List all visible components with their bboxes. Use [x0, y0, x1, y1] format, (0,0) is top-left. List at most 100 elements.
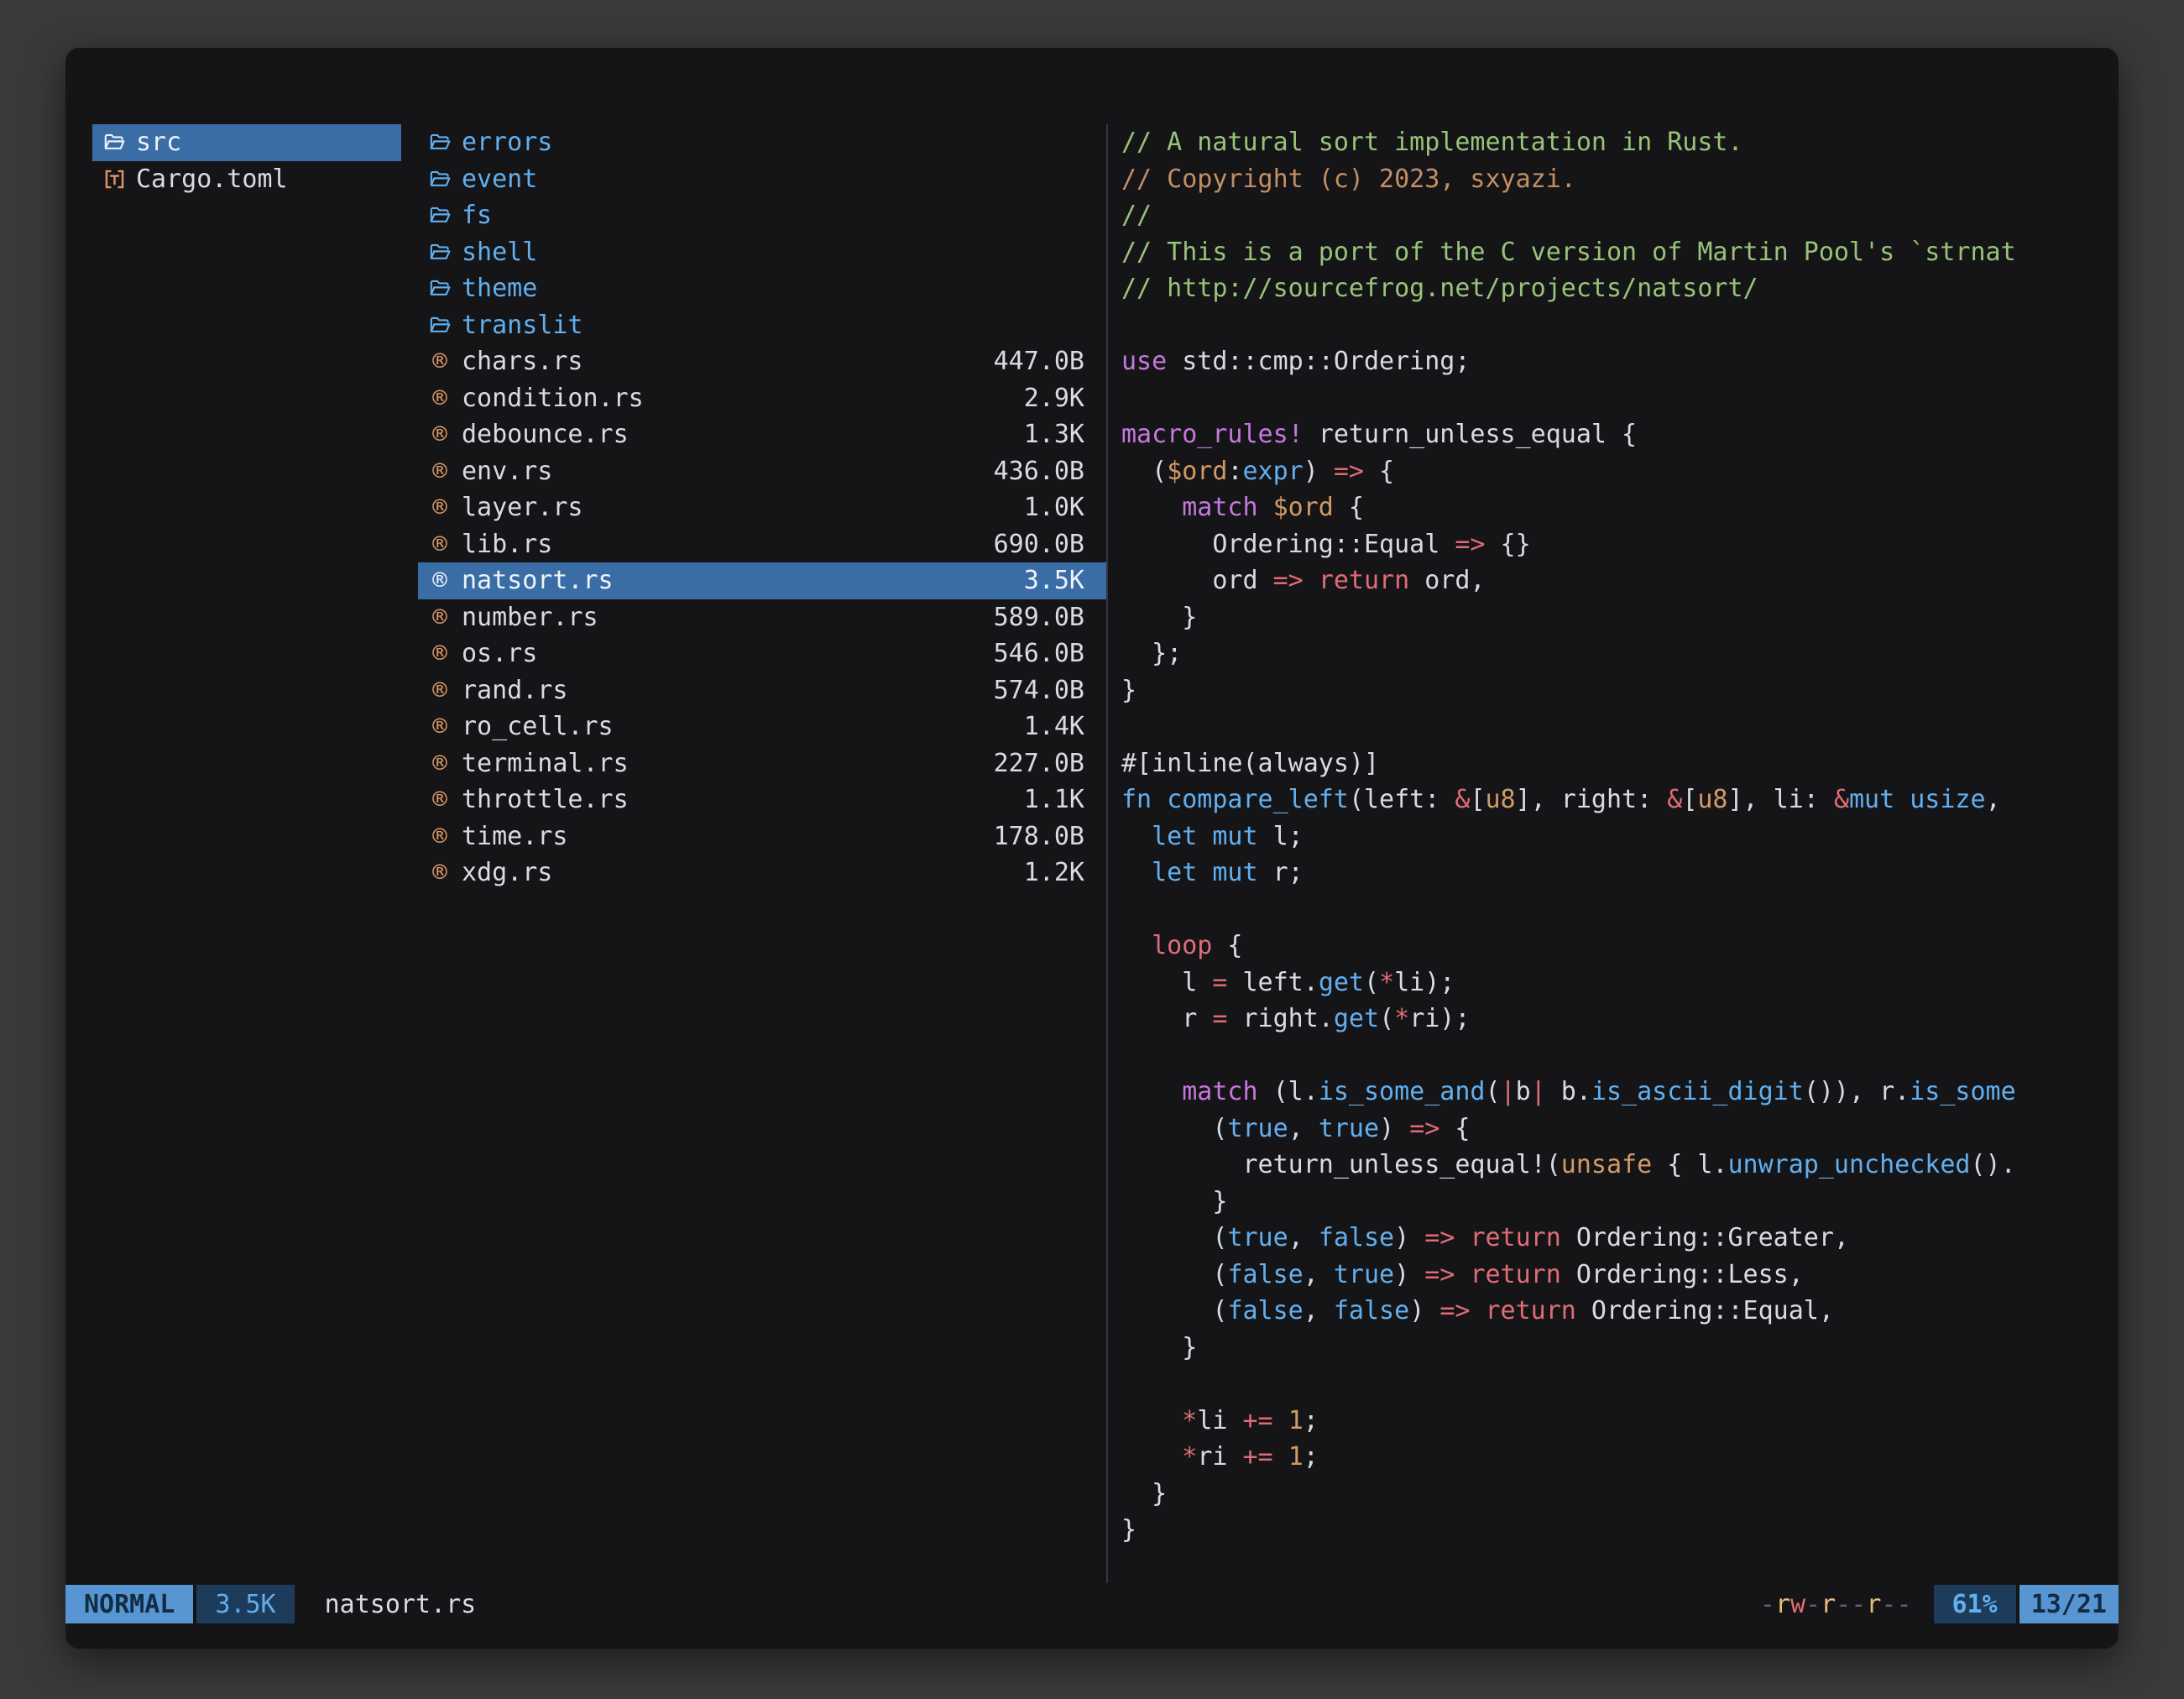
- file-row[interactable]: ® layer.rs1.0K: [418, 489, 1106, 526]
- code-line: // Copyright (c) 2023, sxyazi.: [1121, 161, 2102, 198]
- file-row[interactable]: ®natsort.rs3.5K: [418, 562, 1106, 599]
- entry-name: natsort.rs: [462, 566, 1024, 595]
- entry-size: 690.0B: [994, 530, 1084, 559]
- code-line: loop {: [1121, 928, 2102, 965]
- rust-file-icon: ®: [425, 787, 455, 812]
- rust-file-icon: ®: [425, 495, 455, 520]
- rust-file-icon: ®: [425, 751, 455, 776]
- entry-name: errors: [462, 128, 1084, 157]
- rust-file-icon: ®: [425, 459, 455, 484]
- entry-size: 227.0B: [994, 749, 1084, 778]
- entry-name: xdg.rs: [462, 858, 1024, 887]
- file-row[interactable]: ®condition.rs2.9K: [418, 380, 1106, 417]
- entry-name: shell: [462, 238, 1084, 267]
- code-line: }: [1121, 1330, 2102, 1367]
- code-line: [1121, 1366, 2102, 1403]
- code-line: }: [1121, 1476, 2102, 1513]
- entry-name: rand.rs: [462, 676, 994, 705]
- entry-size: 546.0B: [994, 639, 1084, 668]
- file-row[interactable]: ®debounce.rs1.3K: [418, 416, 1106, 453]
- entry-name: condition.rs: [462, 384, 1024, 413]
- code-line: };: [1121, 635, 2102, 672]
- dir-row[interactable]: event: [418, 161, 1106, 198]
- code-line: (true, true) => {: [1121, 1111, 2102, 1147]
- yazi-file-manager-window: src Cargo.toml errors event fs shell theme tra…: [65, 48, 2119, 1649]
- code-line: Ordering::Equal => {}: [1121, 526, 2102, 563]
- entry-name: fs: [462, 201, 1084, 230]
- entry-name: chars.rs: [462, 347, 994, 376]
- rust-file-icon: ®: [425, 860, 455, 885]
- code-line: }: [1121, 672, 2102, 709]
- code-line: }: [1121, 599, 2102, 636]
- panes-container: src Cargo.toml errors event fs shell theme tra…: [92, 124, 2102, 1583]
- dir-row[interactable]: errors: [418, 124, 1106, 161]
- code-line: // http://sourcefrog.net/projects/natsor…: [1121, 270, 2102, 307]
- rust-file-icon: ®: [425, 568, 455, 593]
- file-row[interactable]: ®throttle.rs1.1K: [418, 782, 1106, 818]
- permissions: -rw-r--r--: [1760, 1585, 1912, 1623]
- entry-name: throttle.rs: [462, 785, 1024, 814]
- entry-size: 574.0B: [994, 676, 1084, 705]
- code-line: (true, false) => return Ordering::Greate…: [1121, 1220, 2102, 1257]
- entry-size: 1.4K: [1024, 712, 1084, 741]
- file-row[interactable]: ®env.rs436.0B: [418, 453, 1106, 490]
- entry-name: layer.rs: [462, 493, 1024, 522]
- code-line: return_unless_equal!(unsafe { l.unwrap_u…: [1121, 1147, 2102, 1184]
- rust-file-icon: ®: [425, 714, 455, 739]
- dir-row[interactable]: fs: [418, 197, 1106, 234]
- entry-name: Cargo.toml: [136, 165, 394, 194]
- file-row[interactable]: ®number.rs589.0B: [418, 599, 1106, 636]
- file-row[interactable]: ® terminal.rs227.0B: [418, 745, 1106, 782]
- entry-name: number.rs: [462, 603, 994, 632]
- folder-open-icon: [99, 131, 129, 154]
- entry-name: src: [136, 128, 394, 157]
- current-pane: errors event fs shell theme translit ® chars.rs…: [418, 124, 1106, 1583]
- code-line: #[inline(always)]: [1121, 745, 2102, 782]
- dir-row[interactable]: translit: [418, 307, 1106, 344]
- file-row[interactable]: ® chars.rs447.0B: [418, 343, 1106, 380]
- code-line: // A natural sort implementation in Rust…: [1121, 124, 2102, 161]
- entry-size: 2.9K: [1024, 384, 1084, 413]
- code-line: match (l.is_some_and(|b| b.is_ascii_digi…: [1121, 1074, 2102, 1111]
- entry-name: terminal.rs: [462, 749, 994, 778]
- entry-size: 1.2K: [1024, 858, 1084, 887]
- position-badge: 13/21: [2019, 1585, 2119, 1623]
- file-row[interactable]: ®time.rs178.0B: [418, 818, 1106, 855]
- percent-badge: 61%: [1934, 1585, 2016, 1623]
- dir-row[interactable]: theme: [418, 270, 1106, 307]
- dir-row[interactable]: src: [92, 124, 401, 161]
- folder-open-icon: [425, 314, 455, 337]
- file-row[interactable]: ® xdg.rs1.2K: [418, 855, 1106, 891]
- status-spacer: [476, 1585, 1760, 1623]
- entry-size: 447.0B: [994, 347, 1084, 376]
- rust-file-icon: ®: [425, 349, 455, 374]
- entry-name: theme: [462, 274, 1084, 303]
- entry-size: 178.0B: [994, 822, 1084, 851]
- entry-name: ro_cell.rs: [462, 712, 1024, 741]
- code-line: // This is a port of the C version of Ma…: [1121, 234, 2102, 271]
- folder-open-icon: [425, 168, 455, 191]
- entry-name: translit: [462, 311, 1084, 340]
- file-row[interactable]: ®lib.rs690.0B: [418, 526, 1106, 563]
- folder-open-icon: [425, 131, 455, 154]
- code-line: //: [1121, 197, 2102, 234]
- file-row[interactable]: ® ro_cell.rs1.4K: [418, 708, 1106, 745]
- entry-size: 1.0K: [1024, 493, 1084, 522]
- file-row[interactable]: Cargo.toml: [92, 161, 401, 198]
- code-line: let mut r;: [1121, 855, 2102, 891]
- code-line: ord => return ord,: [1121, 562, 2102, 599]
- rust-file-icon: ®: [425, 678, 455, 703]
- code-line: l = left.get(*li);: [1121, 965, 2102, 1001]
- code-line: [1121, 307, 2102, 344]
- rust-file-icon: ®: [425, 532, 455, 557]
- rust-file-icon: ®: [425, 422, 455, 447]
- code-line: ($ord:expr) => {: [1121, 453, 2102, 490]
- entry-name: os.rs: [462, 639, 994, 668]
- entry-size: 436.0B: [994, 457, 1084, 486]
- dir-row[interactable]: shell: [418, 234, 1106, 271]
- file-row[interactable]: ®os.rs546.0B: [418, 635, 1106, 672]
- rust-file-icon: ®: [425, 605, 455, 630]
- file-row[interactable]: ® rand.rs574.0B: [418, 672, 1106, 709]
- code-line: (false, true) => return Ordering::Less,: [1121, 1257, 2102, 1294]
- entry-size: 1.3K: [1024, 420, 1084, 449]
